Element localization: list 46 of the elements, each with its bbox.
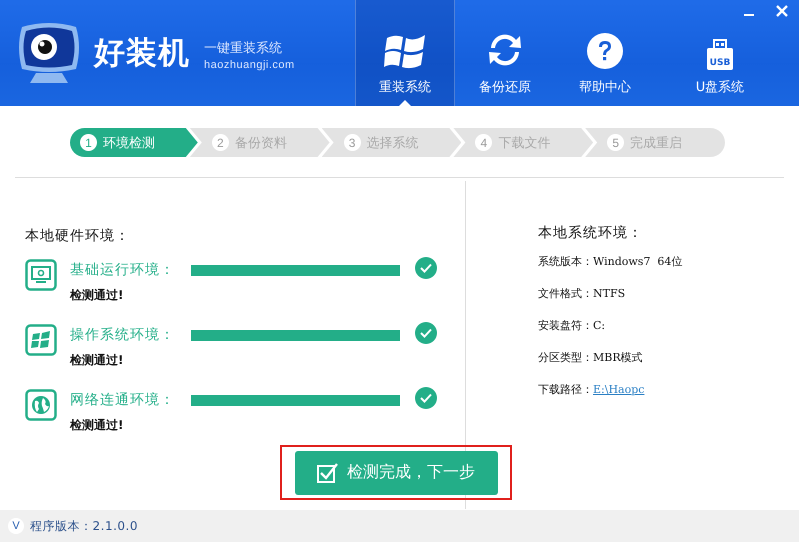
step-number: 2	[212, 134, 229, 151]
step-number: 5	[607, 134, 624, 151]
windows-logo-icon	[25, 324, 57, 356]
pointer-icon	[399, 100, 411, 106]
nav-tab[interactable]: 备份还原	[455, 0, 555, 106]
globe-icon	[25, 389, 57, 421]
info-label: 系统版本：	[538, 255, 593, 268]
step-tab[interactable]: 3 选择系统	[322, 128, 462, 157]
status-text: 检测通过!	[70, 287, 124, 304]
nav-tab[interactable]: 重装系统	[355, 0, 455, 106]
status-text: 检测通过!	[70, 352, 124, 369]
check-label: 基础运行环境：	[70, 261, 176, 279]
nav-tab[interactable]: 帮助中心	[555, 0, 655, 106]
info-label: 安装盘符：	[538, 319, 593, 332]
step-tab[interactable]: 2 备份资料	[190, 128, 330, 157]
info-label: 下载路径：	[538, 383, 593, 396]
info-label: 分区类型：	[538, 351, 593, 364]
info-value: C:	[593, 319, 606, 332]
info-value: Windows7 64位	[593, 255, 682, 268]
next-step-button[interactable]: 检测完成，下一步	[294, 450, 498, 494]
app-title: 好装机	[94, 34, 190, 73]
info-value: MBR模式	[593, 351, 643, 364]
website-text: haozhuangji.com	[204, 59, 295, 71]
section-title: 本地硬件环境：	[25, 227, 131, 245]
help-icon	[586, 32, 624, 70]
check-label: 操作系统环境：	[70, 326, 176, 344]
step-tab[interactable]: 5 完成重启	[585, 128, 725, 157]
nav-tab[interactable]: USB U盘系统	[655, 0, 785, 106]
checkbox-icon	[317, 462, 339, 484]
step-number: 1	[80, 134, 97, 151]
status-text: 检测通过!	[70, 417, 124, 434]
path-link[interactable]: E:\Haopc	[593, 383, 644, 396]
version-text: 程序版本：2.1.0.0	[30, 518, 138, 534]
close-icon[interactable]	[775, 4, 789, 18]
step-tab[interactable]: 4 下载文件	[453, 128, 594, 157]
step-tab[interactable]: 1 环境检测	[70, 128, 198, 157]
app-slogan: 一键重装系统	[204, 40, 283, 57]
info-label: 文件格式：	[538, 287, 593, 300]
version-badge: V	[8, 518, 24, 534]
section-title: 本地系统环境：	[538, 224, 644, 242]
windows-logo-icon	[384, 32, 426, 70]
step-number: 4	[475, 134, 492, 151]
check-label: 网络连通环境：	[70, 391, 176, 409]
info-value: NTFS	[593, 287, 626, 300]
monitor-settings-icon	[25, 259, 57, 291]
step-number: 3	[344, 134, 361, 151]
